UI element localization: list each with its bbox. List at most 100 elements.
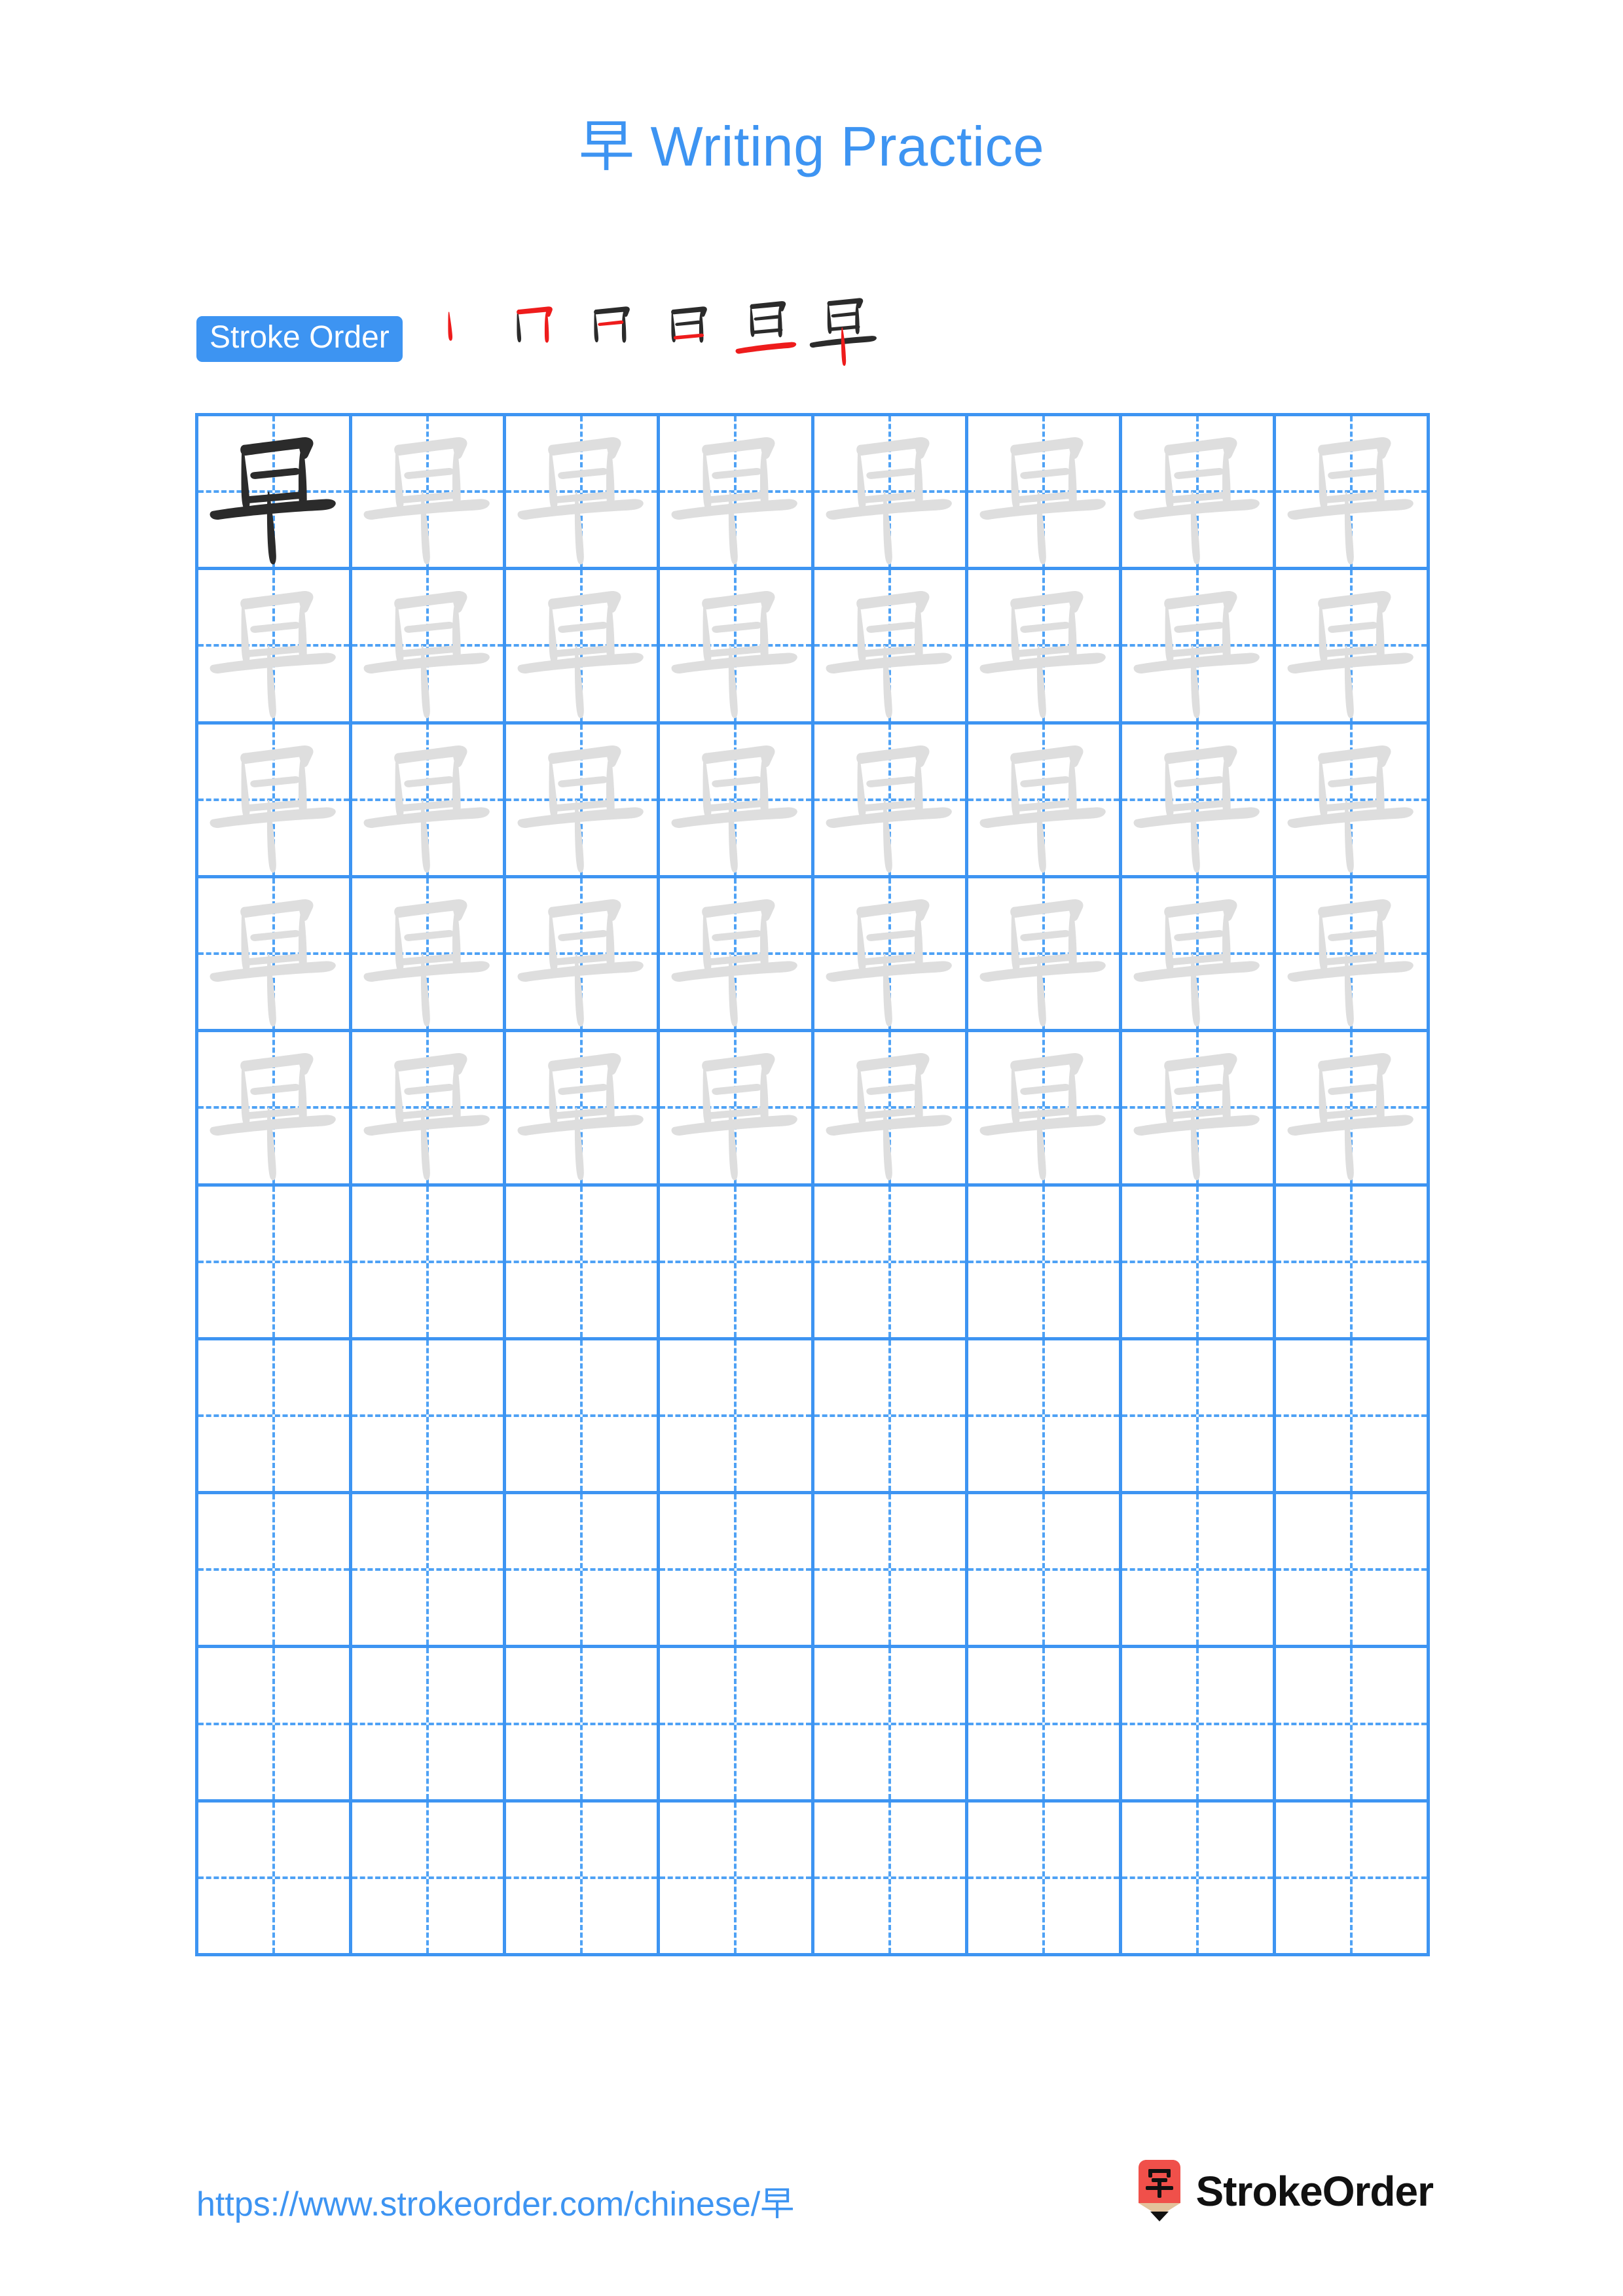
practice-cell[interactable] <box>198 416 353 571</box>
practice-cell[interactable] <box>198 570 353 725</box>
practice-cell[interactable] <box>814 1802 968 1956</box>
practice-cell[interactable] <box>814 1494 968 1649</box>
practice-cell[interactable] <box>352 1802 507 1956</box>
practice-cell[interactable] <box>352 1648 507 1803</box>
traced-character <box>352 1032 503 1183</box>
practice-cell[interactable] <box>198 724 353 878</box>
practice-cell[interactable] <box>506 724 661 878</box>
page-title-suffix: Writing Practice <box>634 116 1045 178</box>
practice-cell[interactable] <box>352 1186 507 1340</box>
stroke-step-4 <box>650 292 727 369</box>
practice-cell[interactable] <box>660 878 814 1033</box>
practice-cell[interactable] <box>814 1186 968 1340</box>
practice-cell[interactable] <box>1122 878 1276 1033</box>
practice-cell[interactable] <box>1122 724 1276 878</box>
practice-cell[interactable] <box>814 570 968 725</box>
practice-cell[interactable] <box>352 1340 507 1495</box>
traced-character <box>814 725 965 875</box>
practice-cell[interactable] <box>1122 570 1276 725</box>
practice-cell[interactable] <box>1275 416 1430 571</box>
practice-cell[interactable] <box>660 724 814 878</box>
practice-cell[interactable] <box>352 570 507 725</box>
practice-cell[interactable] <box>352 878 507 1033</box>
practice-cell[interactable] <box>814 1032 968 1187</box>
practice-cell[interactable] <box>968 1186 1122 1340</box>
practice-cell[interactable] <box>198 1032 353 1187</box>
practice-cell[interactable] <box>506 878 661 1033</box>
practice-cell[interactable] <box>1122 1494 1276 1649</box>
practice-cell[interactable] <box>1275 878 1430 1033</box>
practice-cell[interactable] <box>506 1340 661 1495</box>
practice-cell[interactable] <box>814 1648 968 1803</box>
practice-cell[interactable] <box>660 1648 814 1803</box>
practice-cell[interactable] <box>660 416 814 571</box>
traced-character <box>1276 570 1427 721</box>
practice-cell[interactable] <box>968 878 1122 1033</box>
practice-cell[interactable] <box>506 1802 661 1956</box>
practice-cell[interactable] <box>1122 416 1276 571</box>
practice-cell[interactable] <box>660 570 814 725</box>
traced-character <box>1276 725 1427 875</box>
practice-cell[interactable] <box>660 1494 814 1649</box>
practice-cell[interactable] <box>660 1340 814 1495</box>
practice-cell[interactable] <box>1122 1340 1276 1495</box>
stroke-step-5 <box>727 292 805 369</box>
practice-cell[interactable] <box>968 1340 1122 1495</box>
practice-grid[interactable] <box>195 413 1430 1956</box>
practice-cell[interactable] <box>968 570 1122 725</box>
practice-cell[interactable] <box>1275 1648 1430 1803</box>
practice-cell[interactable] <box>198 1186 353 1340</box>
practice-cell[interactable] <box>506 1648 661 1803</box>
practice-cell[interactable] <box>198 878 353 1033</box>
practice-cell[interactable] <box>1122 1186 1276 1340</box>
practice-cell[interactable] <box>968 1032 1122 1187</box>
practice-cell[interactable] <box>968 416 1122 571</box>
practice-cell[interactable] <box>352 1494 507 1649</box>
practice-cell[interactable] <box>506 1032 661 1187</box>
practice-cell[interactable] <box>1275 1186 1430 1340</box>
traced-character <box>1122 1032 1273 1183</box>
practice-cell[interactable] <box>814 878 968 1033</box>
practice-cell[interactable] <box>352 1032 507 1187</box>
practice-cell[interactable] <box>352 724 507 878</box>
practice-cell[interactable] <box>506 1494 661 1649</box>
practice-cell[interactable] <box>198 1494 353 1649</box>
practice-cell[interactable] <box>968 1648 1122 1803</box>
practice-cell[interactable] <box>198 1802 353 1956</box>
practice-cell[interactable] <box>506 1186 661 1340</box>
practice-cell[interactable] <box>1275 1032 1430 1187</box>
practice-cell[interactable] <box>814 724 968 878</box>
practice-cell[interactable] <box>660 1802 814 1956</box>
practice-cell[interactable] <box>1275 1802 1430 1956</box>
practice-cell[interactable] <box>968 1494 1122 1649</box>
practice-cell[interactable] <box>968 724 1122 878</box>
practice-cell[interactable] <box>1275 570 1430 725</box>
practice-cell[interactable] <box>814 1340 968 1495</box>
traced-character <box>660 878 811 1029</box>
practice-cell[interactable] <box>1122 1802 1276 1956</box>
traced-character <box>968 878 1119 1029</box>
practice-cell[interactable] <box>1122 1032 1276 1187</box>
practice-cell[interactable] <box>198 1340 353 1495</box>
traced-character <box>1276 878 1427 1029</box>
source-url-link[interactable]: https://www.strokeorder.com/chinese/早 <box>196 2176 794 2225</box>
practice-cell[interactable] <box>1275 724 1430 878</box>
practice-cell[interactable] <box>660 1186 814 1340</box>
traced-character <box>506 878 657 1029</box>
practice-cell[interactable] <box>968 1802 1122 1956</box>
practice-cell[interactable] <box>1275 1340 1430 1495</box>
practice-cell[interactable] <box>1122 1648 1276 1803</box>
stroke-step-1 <box>418 292 496 369</box>
practice-cell[interactable] <box>352 416 507 571</box>
practice-cell[interactable] <box>814 416 968 571</box>
page-title: 早 Writing Practice <box>0 101 1623 182</box>
stroke-order-steps <box>418 298 882 369</box>
practice-cell[interactable] <box>506 570 661 725</box>
brand-logo[interactable]: StrokeOrder <box>1133 2160 1434 2223</box>
practice-cell[interactable] <box>198 1648 353 1803</box>
practice-cell[interactable] <box>506 416 661 571</box>
traced-character <box>506 570 657 721</box>
traced-character <box>1122 570 1273 721</box>
practice-cell[interactable] <box>660 1032 814 1187</box>
practice-cell[interactable] <box>1275 1494 1430 1649</box>
